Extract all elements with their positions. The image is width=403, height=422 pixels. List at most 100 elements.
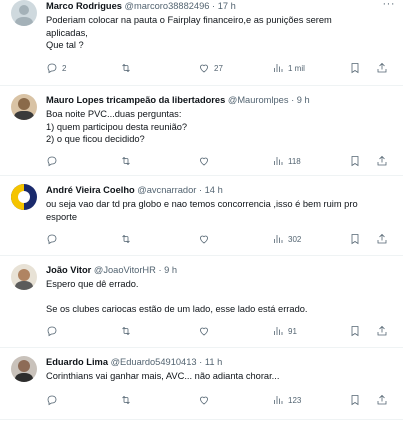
tweet-text-line: Boa noite PVC...duas perguntas: [46,109,182,119]
bookmark-button[interactable] [349,62,361,74]
tweet-text-line: Corinthians vai ganhar mais, AVC... não … [46,371,280,381]
reply-icon [47,326,57,337]
avatar[interactable] [11,0,37,26]
share-button[interactable] [376,233,388,245]
bookmark-icon [351,234,359,245]
tweet-header: João Vitor @JoaoVitorHR · 9 h [46,264,397,276]
avatar[interactable] [11,184,37,210]
separator-dot: · [199,357,203,367]
retweet-icon [122,63,130,73]
like-button[interactable]: 27 [198,62,223,74]
tweet-text-line: Poderiam colocar na pauta o Fairplay fin… [46,15,332,25]
view-count: 123 [288,395,302,405]
author-name[interactable]: André Vieira Coelho [46,185,135,195]
tweet-header: Marco Rodrigues @marcoro38882496 · 17 h [46,0,397,12]
views-button[interactable]: 1 mil [272,62,305,74]
tweet[interactable]: João Vitor @JoaoVitorHR · 9 h Espero que… [0,256,403,348]
tweet-text-line: 2) o que ficou decidido? [46,134,145,144]
like-button[interactable] [198,233,214,245]
views-chart-icon [274,396,283,404]
retweet-button[interactable] [120,233,136,245]
tweet-text: ou seja vao dar td pra globo e nao temos… [46,198,397,223]
avatar[interactable] [11,356,37,382]
author-name[interactable]: Mauro Lopes tricampeão da libertadores [46,95,225,105]
views-button[interactable]: 118 [272,155,301,167]
tweet-text-line: Se os clubes cariocas estão de um lado, … [46,303,308,314]
tweet-actions: 91 [46,324,393,338]
reply-button[interactable] [46,325,62,337]
tweet-text: Boa noite PVC...duas perguntas: 1) quem … [46,108,397,146]
bookmark-icon [351,326,359,337]
author-name[interactable]: Eduardo Lima [46,357,108,367]
tweet-text: Espero que dê errado. Se os clubes cario… [46,278,397,315]
like-button[interactable] [198,394,214,406]
share-button[interactable] [376,62,388,74]
share-button[interactable] [376,155,388,167]
separator-dot: · [198,185,203,195]
retweet-icon [122,156,130,166]
tweet-header: Mauro Lopes tricampeão da libertadores @… [46,94,397,106]
reply-button[interactable]: 2 [46,62,66,74]
view-count: 1 mil [288,63,305,73]
view-count: 91 [288,326,297,336]
bookmark-button[interactable] [349,394,361,406]
avatar[interactable] [11,264,37,290]
reply-button[interactable] [46,233,62,245]
views-chart-icon [274,235,283,243]
author-name[interactable]: Marco Rodrigues [46,1,122,11]
timestamp[interactable]: 9 h [164,265,177,275]
retweet-button[interactable] [120,325,136,337]
heart-icon [200,396,208,405]
share-icon [377,62,387,73]
tweet[interactable]: Marco Rodrigues @marcoro38882496 · 17 h … [0,0,403,86]
avatar[interactable] [11,94,37,120]
retweet-button[interactable] [120,155,136,167]
views-button[interactable]: 91 [272,325,297,337]
author-handle[interactable]: @avcnarrador [137,185,196,195]
author-handle[interactable]: @JoaoVitorHR [94,265,156,275]
reply-feed: Marco Rodrigues @marcoro38882496 · 17 h … [0,0,403,420]
share-icon [377,233,387,244]
tweet-actions: 302 [46,232,393,246]
more-options-icon[interactable]: ··· [383,0,396,10]
tweet-header: Eduardo Lima @Eduardo54910413 · 11 h [46,356,397,368]
bookmark-button[interactable] [349,233,361,245]
retweet-button[interactable] [120,394,136,406]
reply-button[interactable] [46,155,62,167]
author-handle[interactable]: @Mauromlpes [228,95,289,105]
views-button[interactable]: 302 [272,233,301,245]
reply-count: 2 [62,63,67,73]
timestamp[interactable]: 9 h [297,95,310,105]
timestamp[interactable]: 17 h [218,1,236,11]
share-button[interactable] [376,325,388,337]
views-chart-icon [274,327,283,335]
separator-dot: · [291,95,295,105]
reply-button[interactable] [46,394,62,406]
reply-icon [47,395,57,406]
share-button[interactable] [376,394,388,406]
like-button[interactable] [198,325,214,337]
bookmark-icon [351,63,359,74]
author-name[interactable]: João Vitor [46,265,91,275]
tweet-text-line: 1) quem participou desta reunião? [46,121,188,132]
tweet[interactable]: Mauro Lopes tricampeão da libertadores @… [0,86,403,176]
separator-dot: · [158,265,162,275]
bookmark-button[interactable] [349,155,361,167]
views-button[interactable]: 123 [272,394,301,406]
timestamp[interactable]: 11 h [205,357,222,367]
reply-icon [47,234,57,245]
bookmark-icon [351,395,359,406]
timestamp[interactable]: 14 h [205,185,223,195]
like-button[interactable] [198,155,214,167]
author-handle[interactable]: @marcoro38882496 [125,1,210,11]
tweet[interactable]: Eduardo Lima @Eduardo54910413 · 11 h Cor… [0,348,403,420]
tweet-actions: 118 [46,154,393,168]
tweet-text-line: aplicadas, [46,27,88,38]
retweet-button[interactable] [120,62,136,74]
author-handle[interactable]: @Eduardo54910413 [111,357,197,367]
tweet[interactable]: André Vieira Coelho @avcnarrador · 14 h … [0,176,403,256]
bookmark-button[interactable] [349,325,361,337]
reply-icon [47,63,57,74]
tweet-text-line: Que tal ? [46,40,84,50]
